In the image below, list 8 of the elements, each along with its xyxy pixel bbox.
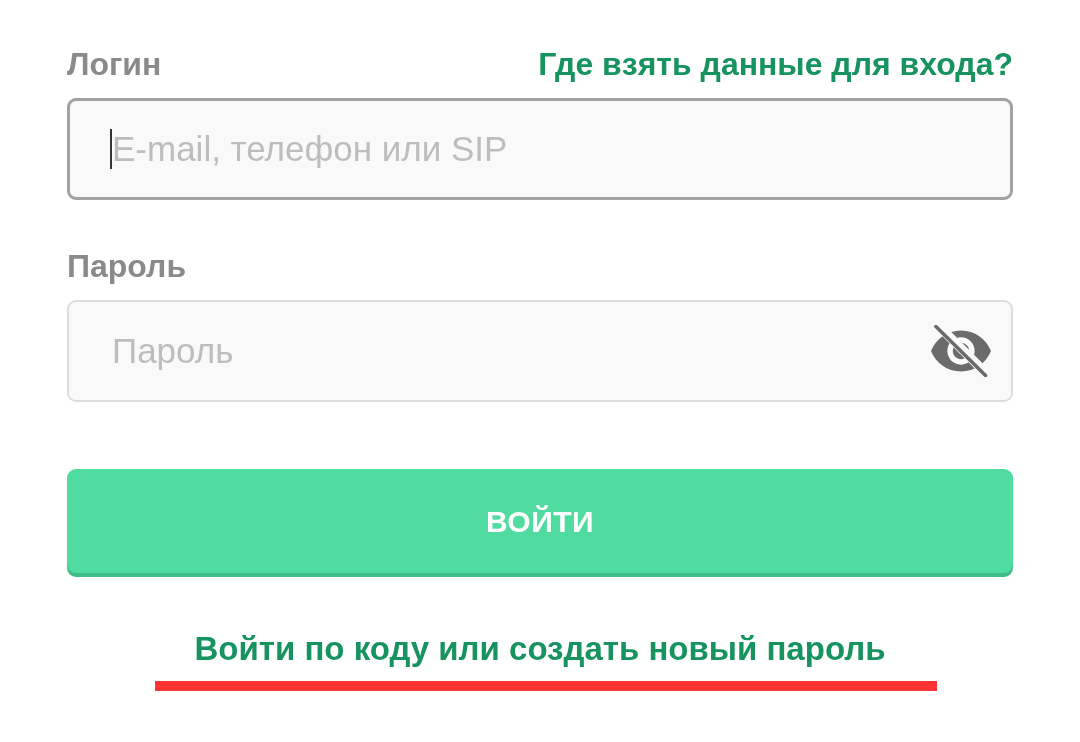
help-link[interactable]: Где взять данные для входа? [538, 48, 1013, 80]
eye-slash-icon[interactable] [931, 325, 991, 377]
field-label: Логин [67, 48, 162, 80]
login-field[interactable]: E-mail, телефон или SIP [67, 98, 1013, 200]
field-label: Пароль [67, 250, 187, 282]
code-login-link[interactable]: Войти по коду или создать новый пароль [194, 629, 886, 669]
password-field[interactable]: Пароль [67, 300, 1013, 402]
text-cursor [110, 129, 112, 169]
